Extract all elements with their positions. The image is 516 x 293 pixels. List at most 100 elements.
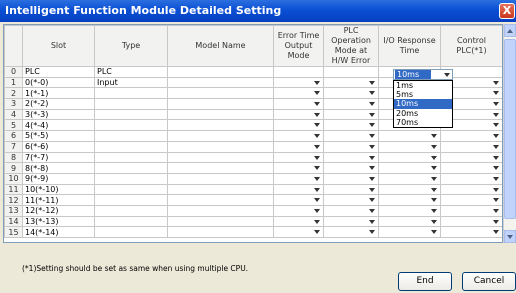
model-name-cell[interactable] [167,108,274,121]
chevron-down-icon[interactable] [314,166,320,171]
chevron-down-icon[interactable] [493,91,499,96]
type-cell[interactable] [94,183,168,196]
io-response-time-cell[interactable] [378,226,441,238]
model-name-cell[interactable] [167,204,274,217]
chevron-down-icon[interactable] [314,198,320,203]
control-plc-cell[interactable] [440,130,502,142]
chevron-down-icon[interactable] [369,123,375,128]
model-name-cell[interactable] [167,151,274,164]
chevron-down-icon[interactable] [369,144,375,149]
error-time-output-mode-cell[interactable] [273,119,324,132]
scroll-thumb[interactable] [504,39,516,219]
chevron-down-icon[interactable] [493,112,499,117]
chevron-down-icon[interactable] [493,176,499,181]
dropdown-option[interactable]: 20ms [394,109,452,118]
hw-error-mode-cell[interactable] [323,119,379,132]
io-response-time-cell[interactable] [378,204,441,217]
model-name-cell[interactable] [167,215,274,228]
control-plc-cell[interactable] [440,151,502,164]
chevron-down-icon[interactable] [369,187,375,192]
error-time-output-mode-cell[interactable] [273,87,324,100]
type-cell[interactable] [94,151,168,164]
model-name-cell[interactable] [167,98,274,110]
io-response-time-cell[interactable] [378,151,441,164]
type-cell[interactable]: PLC [94,66,168,78]
chevron-down-icon[interactable] [431,208,437,213]
chevron-down-icon[interactable] [431,230,437,235]
type-cell[interactable] [94,226,168,238]
type-cell[interactable]: Input [94,76,168,89]
chevron-down-icon[interactable] [493,219,499,224]
hw-error-mode-cell[interactable] [323,151,379,164]
end-button[interactable]: End [398,272,452,291]
chevron-down-icon[interactable] [314,102,320,107]
hw-error-mode-cell[interactable] [323,162,379,174]
model-name-cell[interactable] [167,183,274,196]
error-time-output-mode-cell[interactable] [273,172,324,185]
chevron-down-icon[interactable] [314,176,320,181]
hw-error-mode-cell[interactable] [323,140,379,153]
chevron-down-icon[interactable] [431,219,437,224]
control-plc-cell[interactable] [440,162,502,174]
chevron-down-icon[interactable] [314,112,320,117]
error-time-output-mode-cell[interactable] [273,76,324,89]
model-name-cell[interactable] [167,172,274,185]
error-time-output-mode-cell[interactable] [273,194,324,206]
type-cell[interactable] [94,87,168,100]
model-name-cell[interactable] [167,226,274,238]
io-response-time-cell[interactable] [378,194,441,206]
model-name-cell[interactable] [167,162,274,174]
io-response-time-cell[interactable] [378,130,441,142]
chevron-down-icon[interactable] [442,70,452,79]
chevron-down-icon[interactable] [369,91,375,96]
chevron-down-icon[interactable] [369,102,375,107]
chevron-down-icon[interactable] [314,80,320,85]
error-time-output-mode-cell[interactable] [273,162,324,174]
model-name-cell[interactable] [167,119,274,132]
type-cell[interactable] [94,194,168,206]
control-plc-cell[interactable] [440,183,502,196]
dropdown-option[interactable]: 5ms [394,90,452,99]
chevron-down-icon[interactable] [314,144,320,149]
type-cell[interactable] [94,98,168,110]
hw-error-mode-cell[interactable] [323,98,379,110]
control-plc-cell[interactable] [440,204,502,217]
io-response-time-cell[interactable] [378,140,441,153]
error-time-output-mode-cell[interactable] [273,140,324,153]
io-response-time-cell[interactable] [378,183,441,196]
chevron-down-icon[interactable] [493,134,499,139]
chevron-down-icon[interactable] [431,144,437,149]
chevron-down-icon[interactable] [431,134,437,139]
chevron-down-icon[interactable] [493,230,499,235]
chevron-down-icon[interactable] [369,230,375,235]
control-plc-cell[interactable] [440,140,502,153]
model-name-cell[interactable] [167,76,274,89]
chevron-down-icon[interactable] [369,112,375,117]
chevron-down-icon[interactable] [493,198,499,203]
chevron-down-icon[interactable] [431,198,437,203]
model-name-cell[interactable] [167,87,274,100]
chevron-down-icon[interactable] [493,102,499,107]
io-response-combo[interactable]: 10ms [393,69,453,80]
error-time-output-mode-cell[interactable] [273,183,324,196]
hw-error-mode-cell[interactable] [323,66,379,78]
type-cell[interactable] [94,108,168,121]
chevron-down-icon[interactable] [314,187,320,192]
type-cell[interactable] [94,119,168,132]
type-cell[interactable] [94,140,168,153]
chevron-down-icon[interactable] [369,155,375,160]
model-name-cell[interactable] [167,140,274,153]
chevron-down-icon[interactable] [431,155,437,160]
chevron-down-icon[interactable] [493,144,499,149]
model-name-cell[interactable] [167,66,274,78]
chevron-down-icon[interactable] [493,155,499,160]
chevron-down-icon[interactable] [314,230,320,235]
dropdown-option[interactable]: 1ms [394,81,452,90]
chevron-down-icon[interactable] [493,166,499,171]
chevron-down-icon[interactable] [431,166,437,171]
hw-error-mode-cell[interactable] [323,76,379,89]
error-time-output-mode-cell[interactable] [273,204,324,217]
error-time-output-mode-cell[interactable] [273,98,324,110]
chevron-down-icon[interactable] [314,208,320,213]
chevron-down-icon[interactable] [493,80,499,85]
